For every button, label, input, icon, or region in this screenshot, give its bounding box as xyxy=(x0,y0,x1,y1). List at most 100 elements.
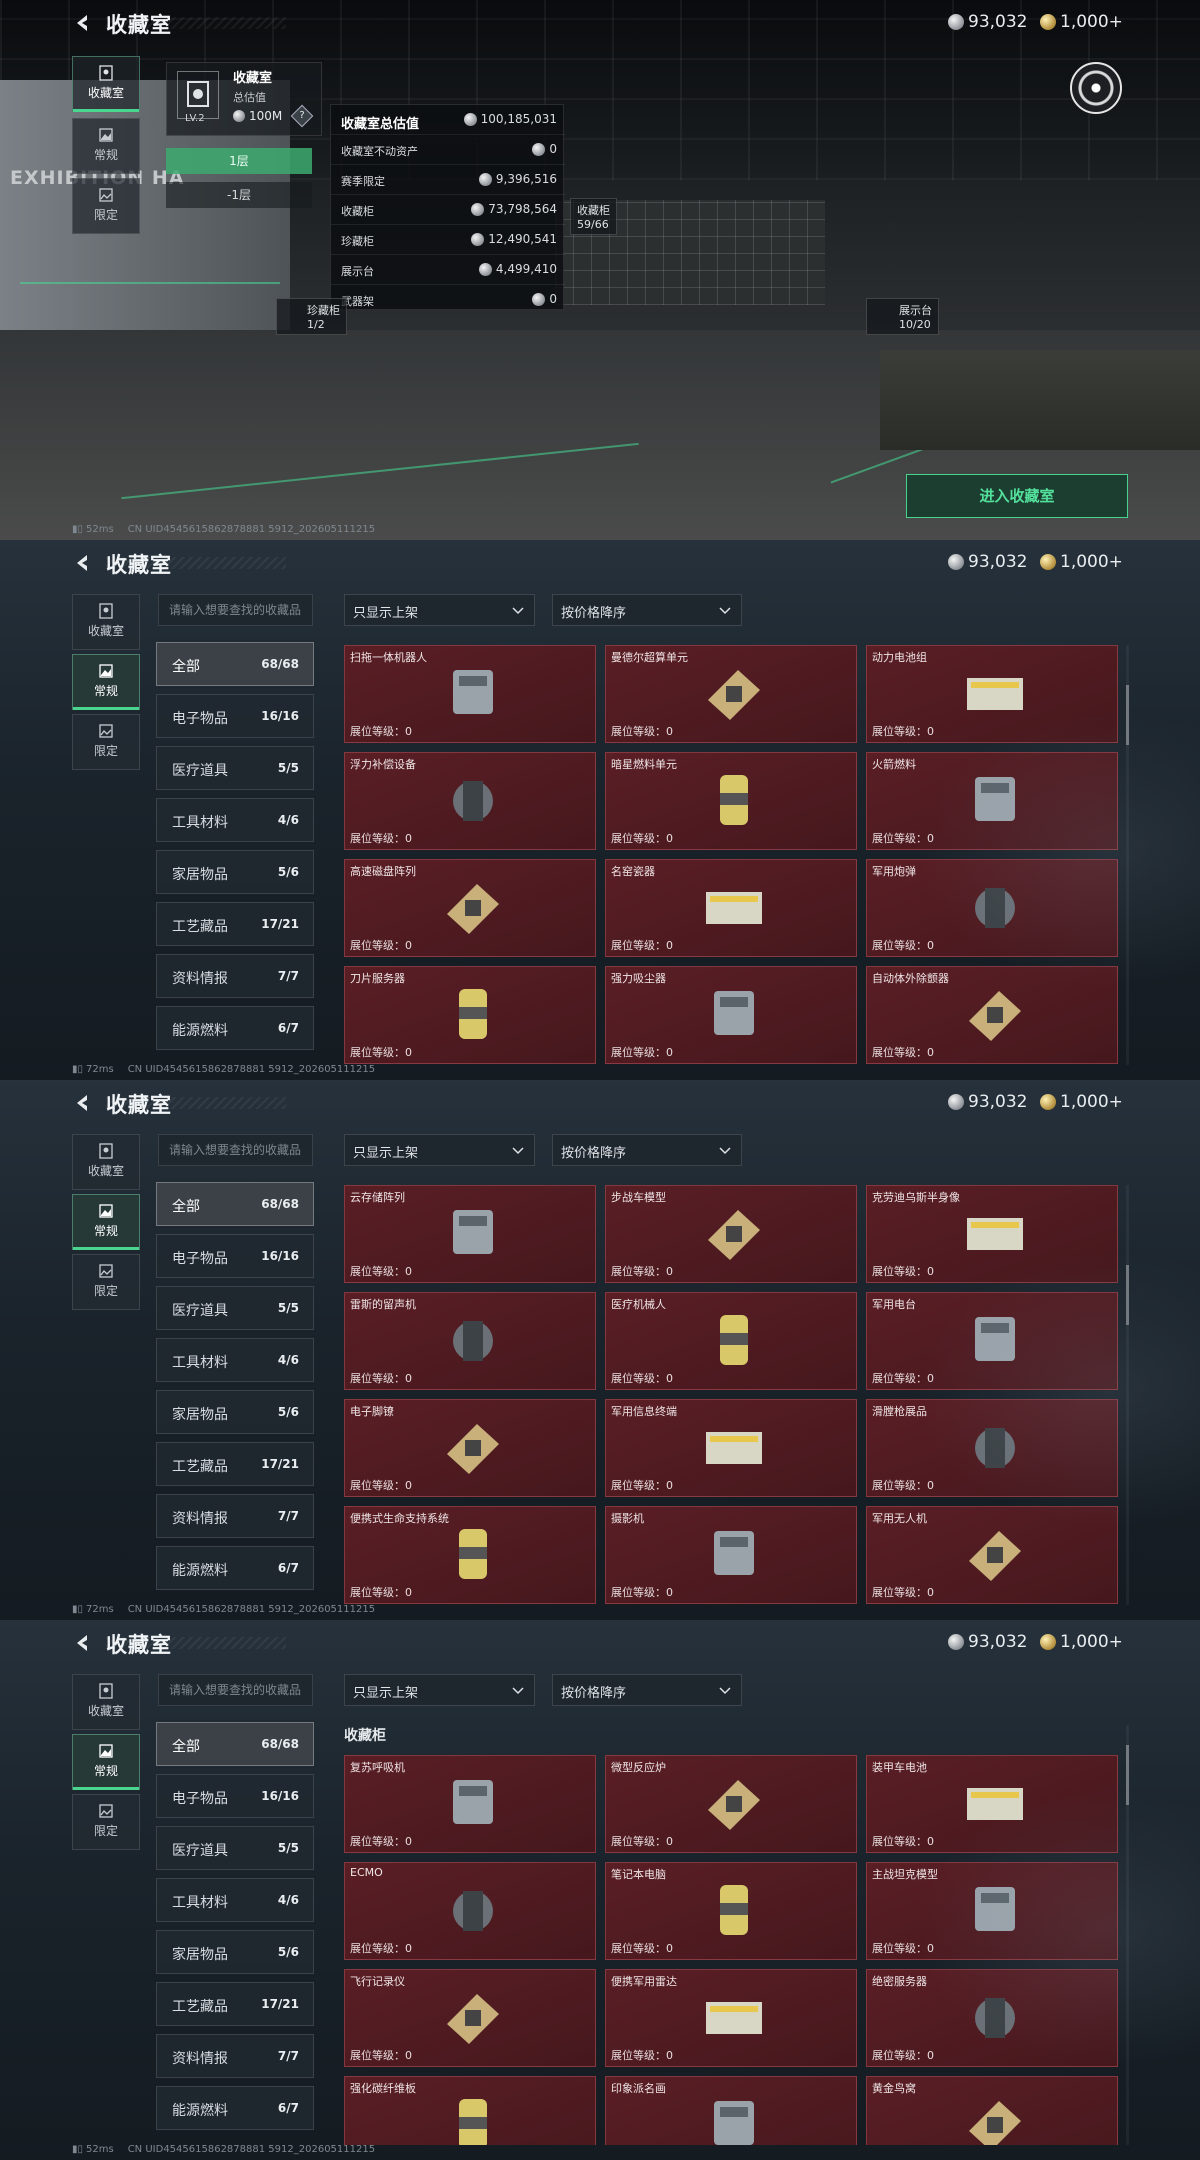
collection-item-card[interactable]: 主战坦克模型 展位等级：0 xyxy=(866,1862,1118,1960)
category-item[interactable]: 电子物品 16/16 xyxy=(156,694,314,738)
collection-item-card[interactable]: 高速磁盘阵列 展位等级：0 xyxy=(344,859,596,957)
collection-item-card[interactable]: 强力吸尘器 展位等级：0 xyxy=(605,966,857,1064)
collection-item-card[interactable]: 步战车模型 展位等级：0 xyxy=(605,1185,857,1283)
back-arrow-icon[interactable] xyxy=(72,552,94,574)
sort-dropdown[interactable]: 按价格降序 xyxy=(552,1134,742,1166)
category-item[interactable]: 医疗道具 5/5 xyxy=(156,746,314,790)
scrollbar[interactable] xyxy=(1126,1185,1129,1605)
category-item[interactable]: 资料情报 7/7 xyxy=(156,954,314,998)
category-item[interactable]: 全部 68/68 xyxy=(156,1722,314,1766)
search-input[interactable] xyxy=(158,594,313,626)
collection-item-card[interactable]: 电子脚镣 展位等级：0 xyxy=(344,1399,596,1497)
tab-limited[interactable]: 限定 xyxy=(72,1254,140,1310)
collection-item-card[interactable]: 自动体外除颤器 展位等级：0 xyxy=(866,966,1118,1064)
collection-item-card[interactable]: ECMO 展位等级：0 xyxy=(344,1862,596,1960)
gold-currency[interactable]: 1,000+ xyxy=(1040,12,1123,32)
category-item[interactable]: 工具材料 4/6 xyxy=(156,1878,314,1922)
filter-show-dropdown[interactable]: 只显示上架 xyxy=(344,594,535,626)
help-icon[interactable]: ? xyxy=(290,104,314,128)
collection-item-card[interactable]: 摄影机 展位等级：0 xyxy=(605,1506,857,1604)
collection-item-card[interactable]: 复苏呼吸机 展位等级：0 xyxy=(344,1755,596,1853)
collection-item-card[interactable]: 军用无人机 展位等级：0 xyxy=(866,1506,1118,1604)
sort-dropdown[interactable]: 按价格降序 xyxy=(552,1674,742,1706)
tab-collection-room[interactable]: 收藏室 xyxy=(72,594,140,650)
floor-b1-button[interactable]: -1层 xyxy=(166,182,312,208)
filter-show-dropdown[interactable]: 只显示上架 xyxy=(344,1674,535,1706)
back-arrow-icon[interactable] xyxy=(72,1632,94,1654)
floor-1-button[interactable]: 1层 xyxy=(166,148,312,174)
category-item[interactable]: 能源燃料 6/7 xyxy=(156,1546,314,1590)
scrollbar[interactable] xyxy=(1126,645,1129,1065)
category-item[interactable]: 家居物品 5/6 xyxy=(156,850,314,894)
search-input[interactable] xyxy=(158,1134,313,1166)
category-item[interactable]: 工艺藏品 17/21 xyxy=(156,1982,314,2026)
tab-collection-room[interactable]: 收藏室 xyxy=(72,56,140,112)
collection-item-card[interactable]: 黄金鸟窝展位等级：0 xyxy=(866,2076,1118,2145)
collection-item-card[interactable]: 便携军用雷达 展位等级：0 xyxy=(605,1969,857,2067)
collection-item-card[interactable]: 动力电池组 展位等级：0 xyxy=(866,645,1118,743)
collection-item-card[interactable]: 云存储阵列 展位等级：0 xyxy=(344,1185,596,1283)
gold-currency[interactable]: 1,000+ xyxy=(1040,552,1123,572)
back-arrow-icon[interactable] xyxy=(72,12,94,34)
cabinet-tag[interactable]: 收藏柜 59/66 xyxy=(570,198,617,235)
category-item[interactable]: 医疗道具 5/5 xyxy=(156,1286,314,1330)
tab-collection-room[interactable]: 收藏室 xyxy=(72,1134,140,1190)
category-item[interactable]: 工具材料 4/6 xyxy=(156,798,314,842)
music-disc-icon[interactable] xyxy=(1070,62,1122,114)
category-item[interactable]: 工艺藏品 17/21 xyxy=(156,902,314,946)
category-item[interactable]: 家居物品 5/6 xyxy=(156,1390,314,1434)
filter-show-dropdown[interactable]: 只显示上架 xyxy=(344,1134,535,1166)
collection-item-card[interactable]: 飞行记录仪 展位等级：0 xyxy=(344,1969,596,2067)
category-item[interactable]: 电子物品 16/16 xyxy=(156,1234,314,1278)
tab-regular[interactable]: 常规 xyxy=(72,118,140,174)
collection-item-card[interactable]: 印象派名画展位等级：0 xyxy=(605,2076,857,2145)
collection-item-card[interactable]: 浮力补偿设备 展位等级：0 xyxy=(344,752,596,850)
sort-dropdown[interactable]: 按价格降序 xyxy=(552,594,742,626)
scrollbar-thumb[interactable] xyxy=(1126,685,1129,745)
category-item[interactable]: 能源燃料 6/7 xyxy=(156,1006,314,1050)
tab-limited[interactable]: 限定 xyxy=(72,1794,140,1850)
category-item[interactable]: 全部 68/68 xyxy=(156,642,314,686)
tab-collection-room[interactable]: 收藏室 xyxy=(72,1674,140,1730)
collection-item-card[interactable]: 滑膛枪展品 展位等级：0 xyxy=(866,1399,1118,1497)
collection-item-card[interactable]: 曼德尔超算单元 展位等级：0 xyxy=(605,645,857,743)
collection-item-card[interactable]: 名窑瓷器 展位等级：0 xyxy=(605,859,857,957)
collection-item-card[interactable]: 强化碳纤维板展位等级：0 xyxy=(344,2076,596,2145)
collection-item-card[interactable]: 军用炮弹 展位等级：0 xyxy=(866,859,1118,957)
collection-item-card[interactable]: 火箭燃料 展位等级：0 xyxy=(866,752,1118,850)
category-item[interactable]: 电子物品 16/16 xyxy=(156,1774,314,1818)
treasure-cabinet-tag[interactable]: 珍藏柜 1/2 xyxy=(276,298,347,335)
collection-item-card[interactable]: 医疗机械人 展位等级：0 xyxy=(605,1292,857,1390)
category-item[interactable]: 资料情报 7/7 xyxy=(156,2034,314,2078)
scrollbar-thumb[interactable] xyxy=(1126,1265,1129,1325)
tab-limited[interactable]: 限定 xyxy=(72,178,140,234)
collection-item-card[interactable]: 军用电台 展位等级：0 xyxy=(866,1292,1118,1390)
scrollbar[interactable] xyxy=(1126,1725,1129,2145)
category-item[interactable]: 能源燃料 6/7 xyxy=(156,2086,314,2130)
collection-item-card[interactable]: 微型反应炉 展位等级：0 xyxy=(605,1755,857,1853)
category-item[interactable]: 资料情报 7/7 xyxy=(156,1494,314,1538)
category-item[interactable]: 工艺藏品 17/21 xyxy=(156,1442,314,1486)
collection-item-card[interactable]: 绝密服务器 展位等级：0 xyxy=(866,1969,1118,2067)
back-arrow-icon[interactable] xyxy=(72,1092,94,1114)
collection-item-card[interactable]: 便携式生命支持系统 展位等级：0 xyxy=(344,1506,596,1604)
search-input[interactable] xyxy=(158,1674,313,1706)
collection-item-card[interactable]: 笔记本电脑 展位等级：0 xyxy=(605,1862,857,1960)
collection-item-card[interactable]: 雷斯的留声机 展位等级：0 xyxy=(344,1292,596,1390)
collection-item-card[interactable]: 暗星燃料单元 展位等级：0 xyxy=(605,752,857,850)
category-item[interactable]: 工具材料 4/6 xyxy=(156,1338,314,1382)
category-item[interactable]: 医疗道具 5/5 xyxy=(156,1826,314,1870)
tab-limited[interactable]: 限定 xyxy=(72,714,140,770)
tab-regular[interactable]: 常规 xyxy=(72,1194,140,1250)
collection-item-card[interactable]: 克劳迪乌斯半身像 展位等级：0 xyxy=(866,1185,1118,1283)
collection-item-card[interactable]: 军用信息终端 展位等级：0 xyxy=(605,1399,857,1497)
scrollbar-thumb[interactable] xyxy=(1126,1745,1129,1805)
collection-item-card[interactable]: 装甲车电池 展位等级：0 xyxy=(866,1755,1118,1853)
collection-item-card[interactable]: 扫拖一体机器人 展位等级：0 xyxy=(344,645,596,743)
enter-collection-button[interactable]: 进入收藏室 xyxy=(906,474,1128,518)
display-stand-tag[interactable]: 展示台 10/20 xyxy=(866,298,939,335)
collection-item-card[interactable]: 刀片服务器 展位等级：0 xyxy=(344,966,596,1064)
tab-regular[interactable]: 常规 xyxy=(72,1734,140,1790)
tab-regular[interactable]: 常规 xyxy=(72,654,140,710)
category-item[interactable]: 家居物品 5/6 xyxy=(156,1930,314,1974)
